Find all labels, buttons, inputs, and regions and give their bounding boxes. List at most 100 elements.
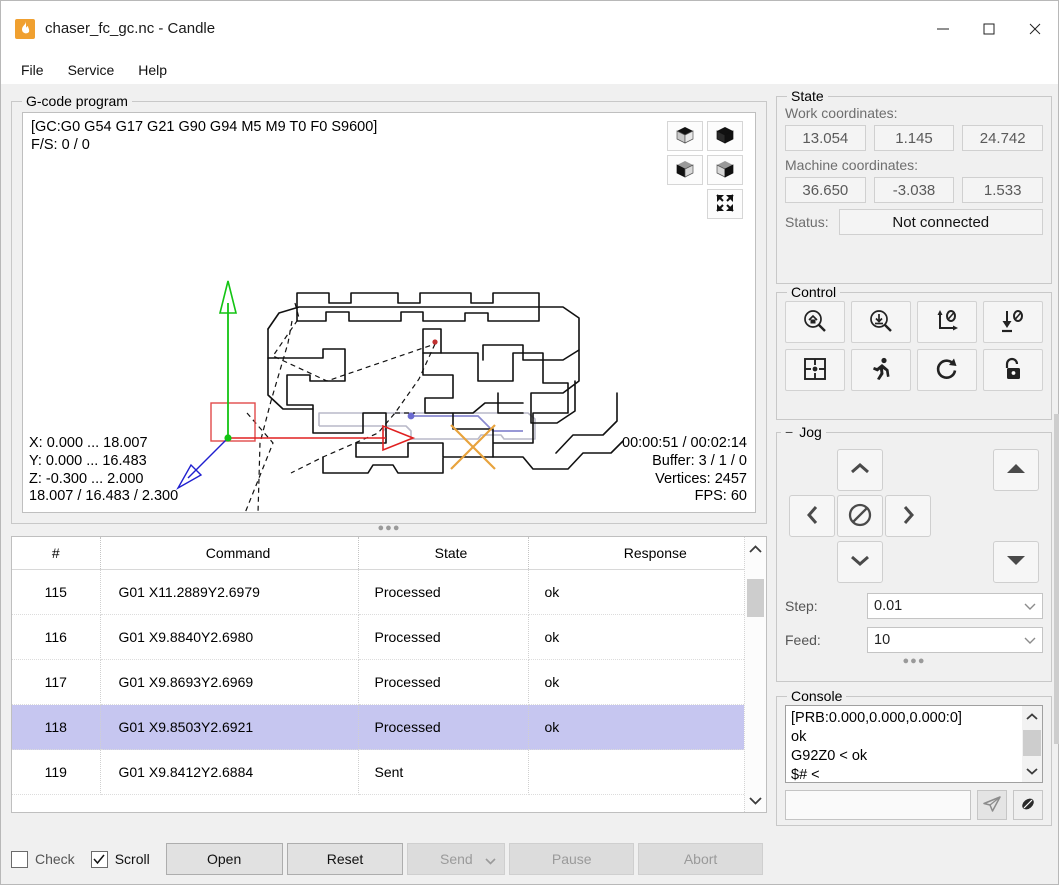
pause-button[interactable]: Pause	[509, 843, 635, 875]
safe-position-button[interactable]	[785, 349, 845, 391]
unlock-button[interactable]	[983, 349, 1043, 391]
zero-xy-icon	[934, 308, 960, 337]
cell-state: Sent	[358, 749, 529, 795]
machine-x-value[interactable]: 36.650	[785, 177, 866, 203]
menu-file[interactable]: File	[11, 59, 54, 81]
work-y-value[interactable]: 1.145	[873, 125, 955, 151]
send-button[interactable]: Send	[407, 843, 506, 875]
table-scrollbar[interactable]	[744, 537, 766, 812]
step-select[interactable]: 0.01	[867, 593, 1043, 619]
unlock-icon	[1000, 356, 1026, 385]
jog-group: − Jog Step: 0.01 Feed: 10 ●●●	[776, 424, 1052, 682]
run-button[interactable]	[851, 349, 911, 391]
jog-z-plus-icon	[1006, 462, 1026, 478]
right-pane-scrollbar[interactable]	[1054, 414, 1059, 744]
menu-help[interactable]: Help	[128, 59, 177, 81]
fit-to-screen-icon	[715, 193, 735, 216]
open-button[interactable]: Open	[165, 843, 283, 875]
safe-position-icon	[802, 356, 828, 385]
table-row-selected[interactable]: 118 G01 X9.8503Y2.6921 Processed ok	[12, 704, 766, 750]
abort-button[interactable]: Abort	[638, 843, 763, 875]
status-label: Status:	[785, 214, 829, 230]
machine-coordinates-row: 36.650 -3.038 1.533	[777, 177, 1051, 203]
cell-response	[528, 749, 766, 795]
chevron-down-icon	[1024, 598, 1036, 614]
work-z-value[interactable]: 24.742	[962, 125, 1044, 151]
top-view-button[interactable]	[707, 121, 743, 151]
cell-index: 116	[12, 614, 101, 660]
isometric-view-icon	[675, 125, 695, 148]
candle-main-window: chaser_fc_gc.nc - Candle File Service He…	[0, 0, 1059, 885]
gcode-3d-viewer[interactable]: [GC:G0 G54 G17 G21 G90 G94 M5 M9 T0 F0 S…	[22, 112, 756, 513]
right-pane: State Work coordinates: 13.054 1.145 24.…	[776, 84, 1059, 880]
console-clear-button[interactable]	[1013, 790, 1043, 820]
tool-marker	[450, 424, 496, 470]
jog-stop-button[interactable]	[837, 495, 883, 537]
console-group: Console [PRB:0.000,0.000,0.000:0] ok G92…	[776, 688, 1052, 826]
reset-button-control[interactable]	[917, 349, 977, 391]
reset-button[interactable]: Reset	[286, 843, 404, 875]
left-view-button[interactable]	[707, 155, 743, 185]
front-view-button[interactable]	[667, 155, 703, 185]
minimize-button[interactable]	[920, 1, 966, 56]
table-row[interactable]: 115 G01 X11.2889Y2.6979 Processed ok	[12, 569, 766, 615]
scroll-up-icon[interactable]	[745, 537, 766, 561]
jog-x-minus-button[interactable]	[789, 495, 835, 537]
work-x-value[interactable]: 13.054	[785, 125, 866, 151]
zero-z-icon	[1000, 308, 1026, 337]
console-scroll-thumb[interactable]	[1023, 730, 1041, 756]
col-header-command[interactable]: Command	[100, 537, 359, 570]
jog-z-minus-button[interactable]	[993, 541, 1039, 583]
col-header-state[interactable]: State	[358, 537, 529, 570]
zero-xy-button[interactable]	[917, 301, 977, 343]
scroll-checkbox-label: Scroll	[114, 851, 150, 867]
left-pane: G-code program [GC:G0 G54 G17 G21 G90 G9…	[11, 89, 767, 880]
cell-command: G01 X9.8412Y2.6884	[100, 749, 359, 795]
maximize-button[interactable]	[966, 1, 1012, 56]
machine-y-value[interactable]: -3.038	[873, 177, 955, 203]
home-button[interactable]	[785, 301, 845, 343]
col-header-response[interactable]: Response	[528, 537, 766, 570]
check-checkbox[interactable]: Check	[11, 850, 75, 868]
cell-state: Processed	[358, 569, 529, 615]
isometric-view-button[interactable]	[667, 121, 703, 151]
col-header-index[interactable]: #	[12, 537, 101, 570]
gcode-table: # Command State Response 115 G01 X11.288…	[11, 536, 767, 813]
state-title: State	[787, 88, 828, 104]
table-row[interactable]: 116 G01 X9.8840Y2.6980 Processed ok	[12, 614, 766, 660]
cell-response: ok	[528, 614, 766, 660]
console-input[interactable]	[785, 790, 971, 820]
scroll-down-icon[interactable]	[1022, 760, 1042, 782]
table-row[interactable]: 119 G01 X9.8412Y2.6884 Sent	[12, 749, 766, 795]
cell-index: 118	[12, 704, 101, 750]
machine-z-value[interactable]: 1.533	[962, 177, 1044, 203]
console-send-button[interactable]	[977, 790, 1007, 820]
fit-to-screen-button[interactable]	[707, 189, 743, 219]
scroll-down-icon[interactable]	[745, 788, 766, 812]
jog-z-plus-button[interactable]	[993, 449, 1039, 491]
menu-service[interactable]: Service	[58, 59, 125, 81]
zero-z-button[interactable]	[983, 301, 1043, 343]
console-output[interactable]: [PRB:0.000,0.000,0.000:0] ok G92Z0 < ok …	[785, 705, 1043, 783]
check-checkbox-label: Check	[35, 851, 75, 867]
scroll-up-icon[interactable]	[1022, 706, 1042, 728]
console-scrollbar[interactable]	[1022, 706, 1042, 782]
cell-command: G01 X9.8840Y2.6980	[100, 614, 359, 660]
feed-select[interactable]: 10	[867, 627, 1043, 653]
cell-response: ok	[528, 569, 766, 615]
jog-y-plus-button[interactable]	[837, 449, 883, 491]
table-scroll-thumb[interactable]	[747, 579, 764, 617]
control-title: Control	[787, 284, 841, 300]
table-row[interactable]: 117 G01 X9.8693Y2.6969 Processed ok	[12, 659, 766, 705]
splitter-handle-viewer[interactable]: ●●●	[12, 523, 766, 534]
status-row: Status: Not connected	[777, 203, 1051, 235]
jog-x-plus-button[interactable]	[885, 495, 931, 537]
scroll-checkbox[interactable]: Scroll	[90, 850, 150, 868]
reset-icon	[934, 356, 960, 385]
feed-label: Feed:	[785, 632, 821, 648]
probe-button[interactable]	[851, 301, 911, 343]
bottom-toolbar: Check Scroll Open Reset Send Pause Abort	[11, 842, 767, 876]
jog-y-minus-button[interactable]	[837, 541, 883, 583]
close-button[interactable]	[1012, 1, 1058, 56]
splitter-handle-jog[interactable]: ●●●	[777, 656, 1051, 667]
